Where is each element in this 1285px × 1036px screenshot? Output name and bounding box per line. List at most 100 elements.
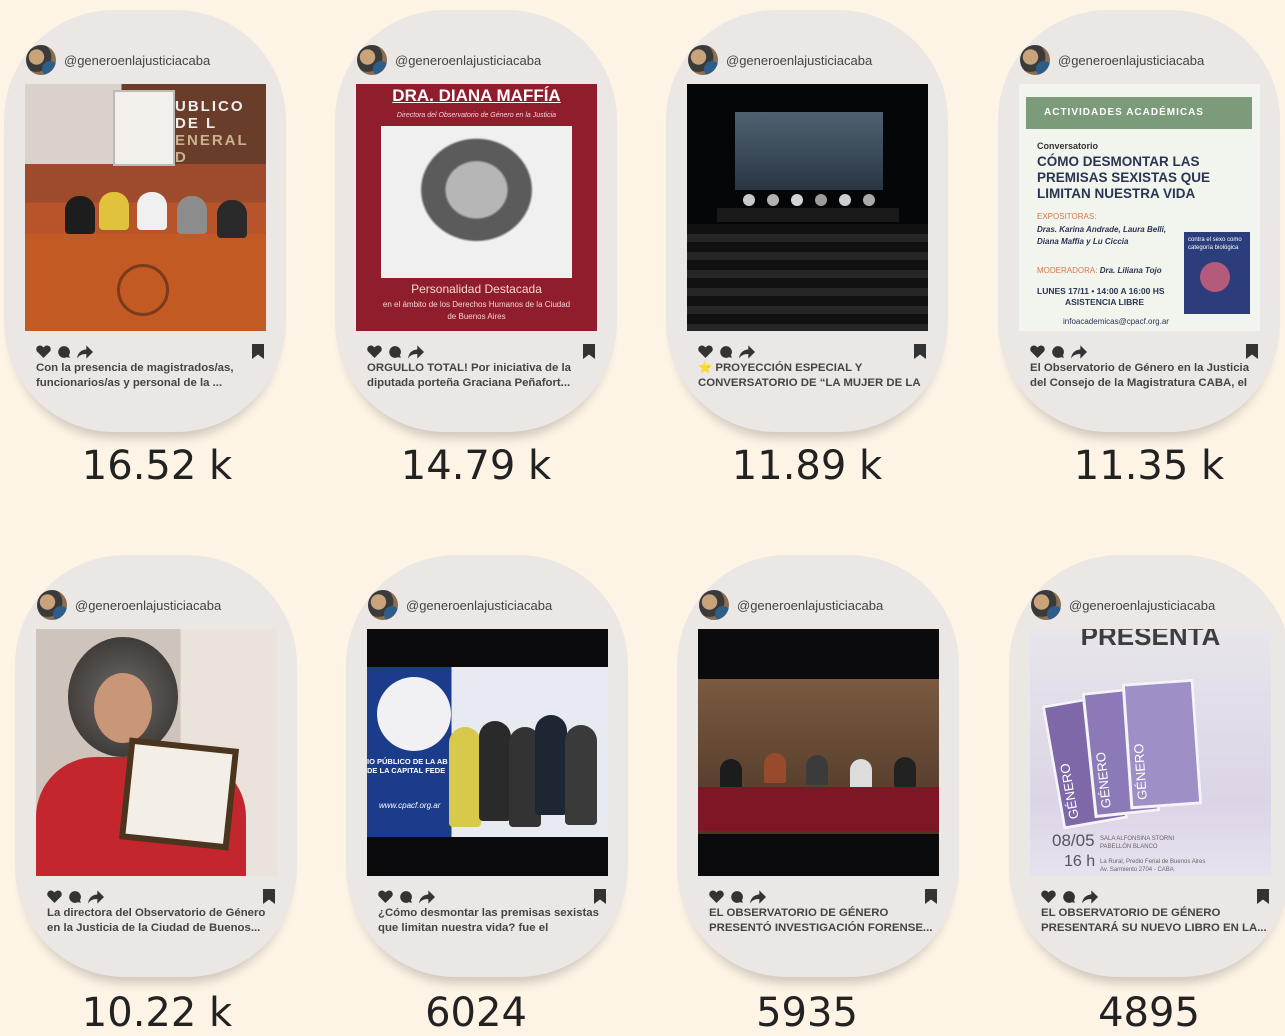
heart-icon[interactable] <box>367 345 382 358</box>
bookmark-icon[interactable] <box>1257 889 1269 904</box>
post-image[interactable]: DRA. DIANA MAFFÍA Directora del Observat… <box>356 84 597 331</box>
poster-heading: PRESENTA <box>1080 629 1221 651</box>
post-header: @generoenlajusticiacaba <box>368 590 552 620</box>
post-caption[interactable]: ¿Cómo desmontar las premisas sexistas qu… <box>378 906 606 936</box>
avatar[interactable] <box>37 590 67 620</box>
heart-icon[interactable] <box>709 890 724 903</box>
share-icon[interactable] <box>408 344 424 359</box>
bookmark-icon[interactable] <box>925 889 937 904</box>
post-header: @generoenlajusticiacaba <box>1020 45 1204 75</box>
share-icon[interactable] <box>88 889 104 904</box>
poster-speakers: Dras. Karina Andrade, Laura Belli, Diana… <box>1037 225 1167 246</box>
portrait-photo <box>381 126 572 278</box>
venue-line: PABELLÓN BLANCO <box>1100 844 1158 850</box>
bookmark-icon[interactable] <box>914 344 926 359</box>
post-actions <box>36 344 264 359</box>
post-handle[interactable]: @generoenlajusticiacaba <box>75 598 221 613</box>
post-card[interactable]: @generoenlajusticiacaba EL OBSERVATORIO … <box>677 555 959 977</box>
comment-icon[interactable] <box>388 345 402 359</box>
view-count: 11.35 k <box>1073 443 1225 489</box>
post-image[interactable]: IO PÚBLICO DE LA AB DE LA CAPITAL FEDE w… <box>367 629 608 876</box>
share-icon[interactable] <box>1071 344 1087 359</box>
comment-icon[interactable] <box>1051 345 1065 359</box>
post-card[interactable]: @generoenlajusticiacaba DRA. DIANA MAFFÍ… <box>335 10 617 432</box>
post-handle[interactable]: @generoenlajusticiacaba <box>64 53 210 68</box>
post-card[interactable]: @generoenlajusticiacaba ⭐ PROYECCIÓN ESP… <box>666 10 948 432</box>
banner-web: www.cpacf.org.ar <box>379 801 441 810</box>
avatar[interactable] <box>699 590 729 620</box>
post-handle[interactable]: @generoenlajusticiacaba <box>406 598 552 613</box>
avatar[interactable] <box>357 45 387 75</box>
post-handle[interactable]: @generoenlajusticiacaba <box>1058 53 1204 68</box>
poster-title: DRA. DIANA MAFFÍA <box>392 86 561 105</box>
post-caption[interactable]: ORGULLO TOTAL! Por iniciativa de la dipu… <box>367 361 595 391</box>
avatar[interactable] <box>1031 590 1061 620</box>
share-icon[interactable] <box>419 889 435 904</box>
poster-headline: CÓMO DESMONTAR LAS PREMISAS SEXISTAS QUE… <box>1037 154 1211 201</box>
bookmark-icon[interactable] <box>1246 344 1258 359</box>
post-image[interactable] <box>36 629 277 876</box>
banner-text: IO PÚBLICO DE LA AB DE LA CAPITAL FEDE <box>367 757 448 775</box>
avatar[interactable] <box>688 45 718 75</box>
venue-line: Av. Sarmiento 2704 - CABA <box>1100 867 1174 873</box>
post-card[interactable]: @generoenlajusticiacaba ACTIVIDADES ACAD… <box>998 10 1280 432</box>
post-handle[interactable]: @generoenlajusticiacaba <box>395 53 541 68</box>
heart-icon[interactable] <box>378 890 393 903</box>
comment-icon[interactable] <box>719 345 733 359</box>
comment-icon[interactable] <box>399 890 413 904</box>
comment-icon[interactable] <box>730 890 744 904</box>
post-card[interactable]: @generoenlajusticiacaba PRESENTA GÉNERO … <box>1009 555 1285 977</box>
post-card[interactable]: @generoenlajusticiacaba La directora del… <box>15 555 297 977</box>
poster-award-detail: en el ámbito de los Derechos Humanos de … <box>382 300 571 321</box>
post-header: @generoenlajusticiacaba <box>26 45 210 75</box>
avatar[interactable] <box>1020 45 1050 75</box>
comment-icon[interactable] <box>57 345 71 359</box>
post-caption[interactable]: Con la presencia de magistrados/as, func… <box>36 361 264 391</box>
share-icon[interactable] <box>1082 889 1098 904</box>
post-handle[interactable]: @generoenlajusticiacaba <box>1069 598 1215 613</box>
poster-kind: Conversatorio <box>1037 141 1099 151</box>
bookmark-icon[interactable] <box>594 889 606 904</box>
comment-icon[interactable] <box>68 890 82 904</box>
comment-icon[interactable] <box>1062 890 1076 904</box>
post-image[interactable] <box>687 84 928 331</box>
post-actions <box>709 889 937 904</box>
post-image[interactable] <box>698 629 939 876</box>
post-card[interactable]: @generoenlajusticiacaba UBLICO DE L ENERA… <box>4 10 286 432</box>
heart-icon[interactable] <box>47 890 62 903</box>
post-image[interactable]: PRESENTA GÉNERO GÉNERO GÉNERO 08/05 16 h… <box>1030 629 1271 876</box>
event-hour: 16 h <box>1064 853 1096 870</box>
view-count: 16.52 k <box>81 443 233 489</box>
post-handle[interactable]: @generoenlajusticiacaba <box>737 598 883 613</box>
bookmark-icon[interactable] <box>583 344 595 359</box>
share-icon[interactable] <box>750 889 766 904</box>
share-icon[interactable] <box>77 344 93 359</box>
award-certificate <box>118 737 240 851</box>
bookmark-icon[interactable] <box>252 344 264 359</box>
avatar[interactable] <box>26 45 56 75</box>
view-count: 4895 <box>1098 990 1200 1036</box>
share-icon[interactable] <box>739 344 755 359</box>
panel-people <box>717 194 899 222</box>
post-caption[interactable]: La directora del Observatorio de Género … <box>47 906 275 936</box>
projection-screen <box>113 90 175 166</box>
post-caption[interactable]: EL OBSERVATORIO DE GÉNERO PRESENTARÁ SU … <box>1041 906 1269 936</box>
institution-emblem <box>377 677 451 751</box>
cinema-seats <box>687 224 928 331</box>
cinema-screen <box>735 112 883 190</box>
post-handle[interactable]: @generoenlajusticiacaba <box>726 53 872 68</box>
poster-speakers-label: EXPOSITORAS: <box>1037 212 1097 221</box>
post-caption[interactable]: EL OBSERVATORIO DE GÉNERO PRESENTÓ INVES… <box>709 906 937 936</box>
bookmark-icon[interactable] <box>263 889 275 904</box>
heart-icon[interactable] <box>1041 890 1056 903</box>
post-card[interactable]: @generoenlajusticiacaba IO PÚBLICO DE LA… <box>346 555 628 977</box>
book-cover: contra el sexo como categoría biológica <box>1184 232 1250 314</box>
heart-icon[interactable] <box>1030 345 1045 358</box>
post-caption[interactable]: El Observatorio de Género en la Justicia… <box>1030 361 1258 391</box>
post-image[interactable]: ACTIVIDADES ACADÉMICAS Conversatorio CÓM… <box>1019 84 1260 331</box>
heart-icon[interactable] <box>698 345 713 358</box>
avatar[interactable] <box>368 590 398 620</box>
post-image[interactable]: UBLICO DE L ENERAL D <box>25 84 266 331</box>
post-caption[interactable]: ⭐ PROYECCIÓN ESPECIAL Y CONVERSATORIO DE… <box>698 361 926 391</box>
heart-icon[interactable] <box>36 345 51 358</box>
